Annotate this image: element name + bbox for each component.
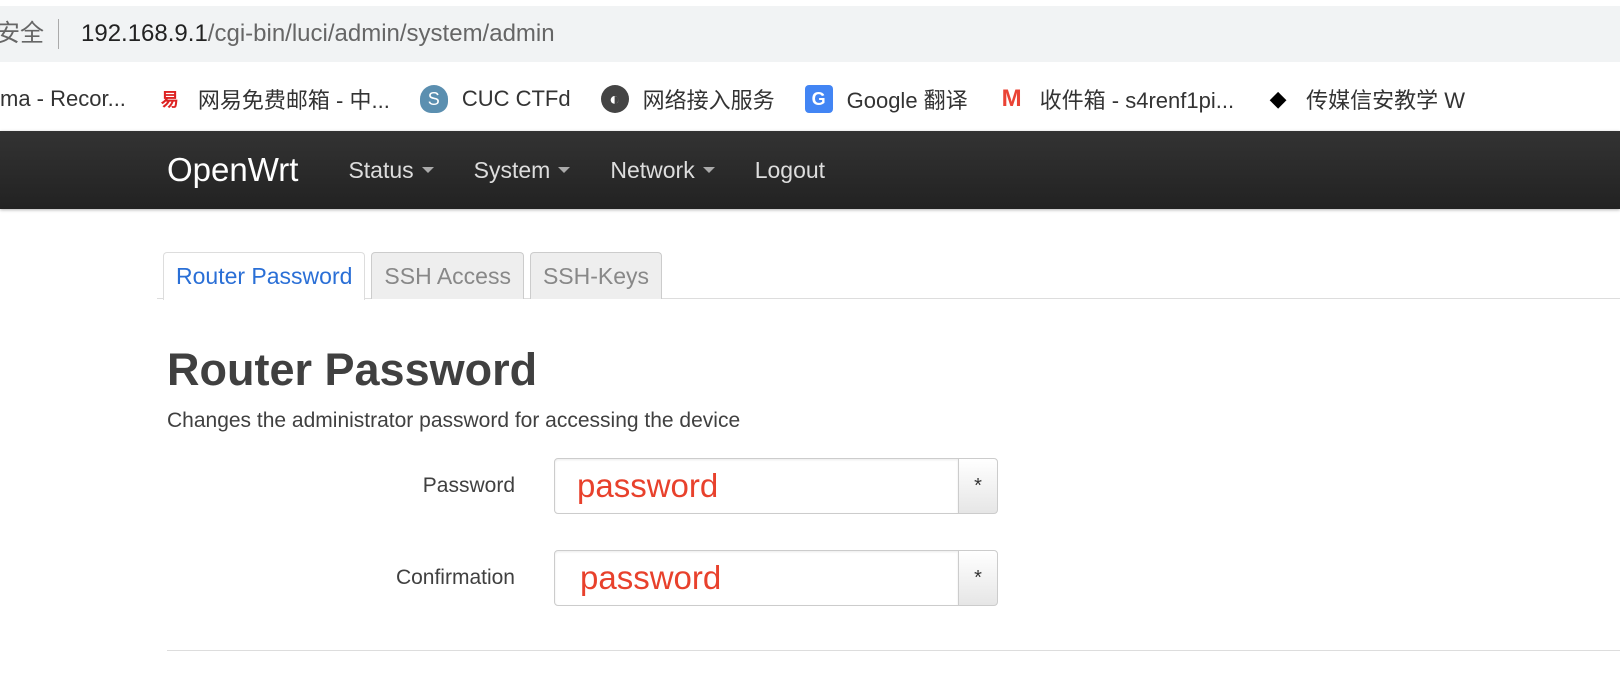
shield-icon: S xyxy=(419,85,448,113)
divider xyxy=(167,650,1620,651)
password-label: Password xyxy=(422,474,515,497)
security-label: 安全 xyxy=(0,19,59,49)
caret-down-icon xyxy=(702,167,715,173)
password-input[interactable]: password xyxy=(554,458,959,514)
bookmark[interactable]: ◆ 传媒信安教学 W xyxy=(1264,83,1465,115)
caret-down-icon xyxy=(421,167,434,173)
globe-icon: ◐ xyxy=(600,85,629,113)
menu-status[interactable]: Status xyxy=(348,157,434,184)
tab-ssh-access[interactable]: SSH Access xyxy=(371,252,524,299)
password-row: Password password * xyxy=(0,458,1000,514)
bookmark[interactable]: M 收件箱 - s4renf1pi... xyxy=(998,83,1234,115)
tab-bar: Router Password SSH Access SSH-Keys xyxy=(157,252,1620,300)
bookmark[interactable]: ◐ 网络接入服务 xyxy=(600,83,775,115)
reveal-password-button[interactable]: * xyxy=(958,458,998,514)
bookmark[interactable]: 易网易免费邮箱 - 中... xyxy=(156,83,390,115)
tab-router-password[interactable]: Router Password xyxy=(163,252,366,300)
bookmark[interactable]: ma - Recor... xyxy=(0,86,126,112)
tab-ssh-keys[interactable]: SSH-Keys xyxy=(529,252,663,299)
gmail-icon: M xyxy=(1001,85,1022,112)
navbar: OpenWrt Status System Network Logout xyxy=(0,131,1620,209)
confirmation-label: Confirmation xyxy=(395,566,515,589)
page-title: Router Password xyxy=(167,344,538,395)
netease-icon: 易 xyxy=(160,90,179,110)
graduation-cap-icon: ◆ xyxy=(1269,86,1287,111)
reveal-confirmation-button[interactable]: * xyxy=(958,550,998,606)
google-translate-icon: G xyxy=(804,85,833,113)
menu-system[interactable]: System xyxy=(474,157,571,184)
confirmation-input[interactable]: password xyxy=(554,550,959,606)
page-description: Changes the administrator password for a… xyxy=(167,409,741,432)
address-bar[interactable]: 安全 192.168.9.1/cgi-bin/luci/admin/system… xyxy=(0,6,1620,62)
menu-network[interactable]: Network xyxy=(610,157,715,184)
brand-logo[interactable]: OpenWrt xyxy=(167,151,298,189)
bookmark[interactable]: G Google 翻译 xyxy=(804,83,968,115)
url[interactable]: 192.168.9.1/cgi-bin/luci/admin/system/ad… xyxy=(81,20,555,48)
caret-down-icon xyxy=(558,167,571,173)
confirmation-row: Confirmation password * xyxy=(0,550,1000,606)
bookmark[interactable]: S CUC CTFd xyxy=(419,85,571,113)
bookmarks-bar: ma - Recor... 易网易免费邮箱 - 中... S CUC CTFd ◐… xyxy=(0,74,1495,124)
menu-logout[interactable]: Logout xyxy=(755,157,825,184)
